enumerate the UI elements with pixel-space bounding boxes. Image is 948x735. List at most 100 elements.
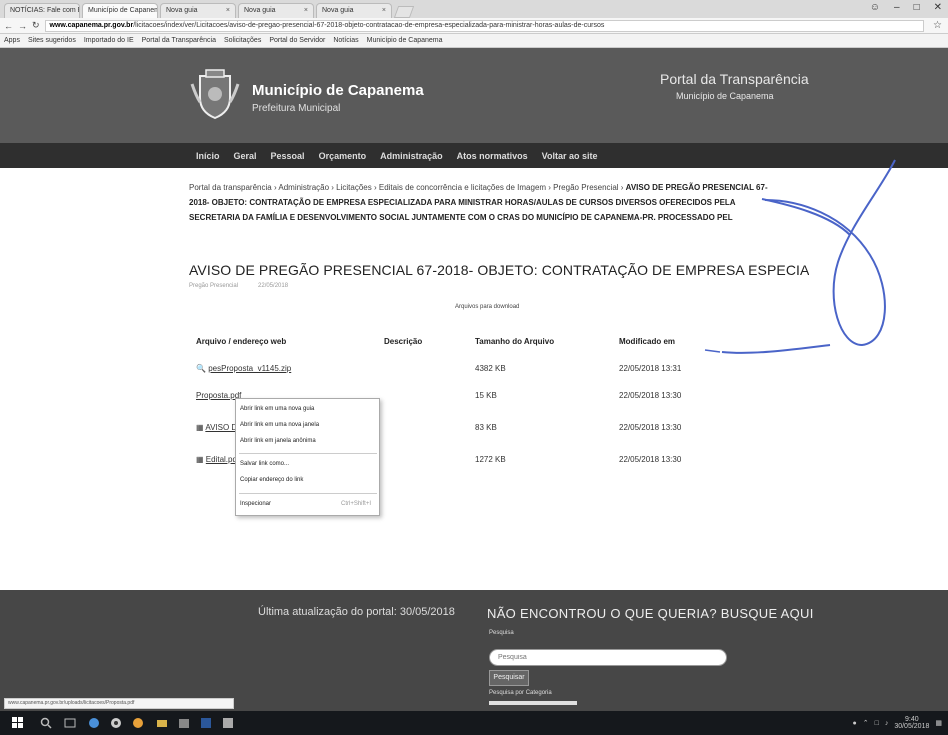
- browser-tab[interactable]: Nova guia ×: [316, 3, 392, 18]
- tab-label: NOTÍCIAS: Fale com Ele: [10, 7, 79, 14]
- new-tab-button[interactable]: [393, 6, 415, 18]
- volume-icon[interactable]: ♪: [885, 720, 889, 727]
- breadcrumb-trail[interactable]: Portal da transparência › Administração …: [189, 183, 626, 192]
- ctx-separator: [239, 493, 377, 494]
- footer-select[interactable]: [489, 701, 577, 705]
- file-explorer-icon[interactable]: [156, 717, 168, 729]
- footer-search-label: Pesquisa: [489, 630, 514, 636]
- clock-time: 9:40: [905, 716, 919, 723]
- column-header-file: Arquivo / endereço web: [196, 337, 287, 346]
- url-domain: www.capanema.pr.gov.br: [49, 21, 134, 29]
- site-footer: Última atualização do portal: 30/05/2018…: [0, 590, 948, 711]
- bookmark-star-icon[interactable]: ☆: [933, 20, 942, 31]
- bookmark-item[interactable]: Apps: [4, 37, 20, 44]
- portal-subtitle: Município de Capanema: [676, 91, 774, 101]
- nav-item-geral[interactable]: Geral: [234, 151, 257, 161]
- excel-icon[interactable]: [222, 717, 234, 729]
- minimize-icon[interactable]: –: [894, 2, 900, 13]
- browser-tab[interactable]: Município de Capanema×: [82, 3, 158, 18]
- people-icon[interactable]: ●: [852, 720, 856, 727]
- system-tray: ● ⌃ □ ♪ 9:40 30/05/2018 ▦: [852, 716, 942, 730]
- nav-item-administracao[interactable]: Administração: [380, 151, 443, 161]
- site-subtitle: Prefeitura Municipal: [252, 103, 341, 114]
- bookmarks-bar: Apps Sites sugeridos Importado do IE Por…: [0, 34, 948, 48]
- reload-icon[interactable]: ↻: [32, 20, 40, 31]
- file-date: 22/05/2018 13:31: [619, 364, 682, 373]
- edge-icon[interactable]: [88, 717, 100, 729]
- footer-search-heading: NÃO ENCONTROU O QUE QUERIA? BUSQUE AQUI: [487, 606, 814, 621]
- site-title[interactable]: Município de Capanema: [252, 82, 424, 99]
- nav-item-orcamento[interactable]: Orçamento: [319, 151, 367, 161]
- site-header: Município de Capanema Prefeitura Municip…: [0, 48, 948, 143]
- tab-label: Nova guia: [166, 7, 198, 14]
- bookmark-item[interactable]: Notícias: [333, 37, 358, 44]
- portal-title: Portal da Transparência: [660, 71, 809, 87]
- clock[interactable]: 9:40 30/05/2018: [894, 716, 929, 730]
- url-input[interactable]: www.capanema.pr.gov.br/licitacoes/index/…: [44, 19, 925, 32]
- store-icon[interactable]: [178, 717, 190, 729]
- nav-item-pessoal[interactable]: Pessoal: [271, 151, 305, 161]
- zip-icon: 🔍: [196, 364, 206, 373]
- page-meta: Pregão Presencial 22/05/2018: [189, 283, 288, 289]
- bookmark-item[interactable]: Solicitações: [224, 37, 261, 44]
- file-date: 22/05/2018 13:30: [619, 455, 682, 464]
- task-view-icon[interactable]: [64, 717, 76, 729]
- bookmark-item[interactable]: Portal da Transparência: [142, 37, 216, 44]
- ctx-copy-link[interactable]: Copiar endereço do link: [240, 477, 303, 483]
- nav-item-voltar[interactable]: Voltar ao site: [542, 151, 598, 161]
- category-search-link[interactable]: Pesquisa por Categoria: [489, 690, 552, 696]
- close-window-icon[interactable]: ✕: [934, 2, 942, 13]
- bookmark-item[interactable]: Importado do IE: [84, 37, 134, 44]
- page-title: AVISO DE PREGÃO PRESENCIAL 67-2018- OBJE…: [189, 262, 809, 278]
- context-menu: Abrir link em uma nova guia Abrir link e…: [235, 398, 380, 516]
- ctx-open-incognito[interactable]: Abrir link em janela anônima: [240, 438, 316, 444]
- footer-search-input[interactable]: [489, 649, 727, 666]
- ctx-open-new-tab[interactable]: Abrir link em uma nova guia: [240, 406, 314, 412]
- forward-icon[interactable]: →: [18, 21, 27, 31]
- network-icon[interactable]: □: [875, 720, 879, 727]
- ctx-inspect-shortcut: Ctrl+Shift+I: [340, 501, 371, 507]
- bookmark-item[interactable]: Portal do Servidor: [269, 37, 325, 44]
- ctx-open-new-window[interactable]: Abrir link em uma nova janela: [240, 422, 319, 428]
- column-header-size: Tamanho do Arquivo: [475, 337, 555, 346]
- close-icon[interactable]: ×: [304, 4, 308, 18]
- ctx-separator: [239, 453, 377, 454]
- last-update-text: Última atualização do portal: 30/05/2018: [258, 606, 455, 618]
- browser-tab[interactable]: Nova guia ×: [160, 3, 236, 18]
- search-icon[interactable]: [40, 717, 52, 729]
- close-icon[interactable]: ×: [382, 4, 386, 18]
- browser-status-bar: www.capanema.pr.gov.br/uploads/licitacoe…: [4, 698, 234, 709]
- nav-item-inicio[interactable]: Início: [196, 151, 220, 161]
- clock-date: 30/05/2018: [894, 723, 930, 730]
- files-caption: Arquivos para download: [455, 304, 520, 310]
- file-date: 22/05/2018 13:30: [619, 423, 682, 432]
- column-header-modified: Modificado em: [619, 337, 676, 346]
- maximize-icon[interactable]: □: [914, 2, 920, 13]
- tab-label: Nova guia: [322, 7, 354, 14]
- window-controls: ☺ – □ ✕: [870, 2, 942, 13]
- back-icon[interactable]: ←: [4, 21, 13, 31]
- ctx-save-link-as[interactable]: Salvar link como...: [240, 461, 289, 467]
- ctx-inspect[interactable]: Inspecionar: [240, 501, 271, 507]
- browser-tab[interactable]: Nova guia ×: [238, 3, 314, 18]
- firefox-icon[interactable]: [132, 717, 144, 729]
- file-size: 15 KB: [475, 391, 497, 400]
- main-nav: Início Geral Pessoal Orçamento Administr…: [0, 143, 948, 168]
- footer-search-button[interactable]: Pesquisar: [489, 670, 529, 686]
- file-link[interactable]: pesProposta_v1145.zip: [208, 364, 291, 373]
- windows-start-icon[interactable]: [12, 717, 24, 729]
- column-header-description: Descrição: [384, 337, 423, 346]
- nav-item-atos-normativos[interactable]: Atos normativos: [457, 151, 528, 161]
- bookmark-item[interactable]: Município de Capanema: [367, 37, 443, 44]
- close-icon[interactable]: ×: [226, 4, 230, 18]
- up-chevron-icon[interactable]: ⌃: [863, 719, 869, 727]
- user-icon[interactable]: ☺: [870, 2, 880, 13]
- notifications-icon[interactable]: ▦: [935, 719, 942, 727]
- file-size: 83 KB: [475, 423, 497, 432]
- bookmark-item[interactable]: Sites sugeridos: [28, 37, 76, 44]
- browser-tab[interactable]: NOTÍCIAS: Fale com Ele×: [4, 3, 80, 18]
- word-icon[interactable]: [200, 717, 212, 729]
- table-row-file: 🔍 pesProposta_v1145.zip: [196, 364, 291, 373]
- chrome-icon[interactable]: [110, 717, 122, 729]
- file-size: 1272 KB: [475, 455, 506, 464]
